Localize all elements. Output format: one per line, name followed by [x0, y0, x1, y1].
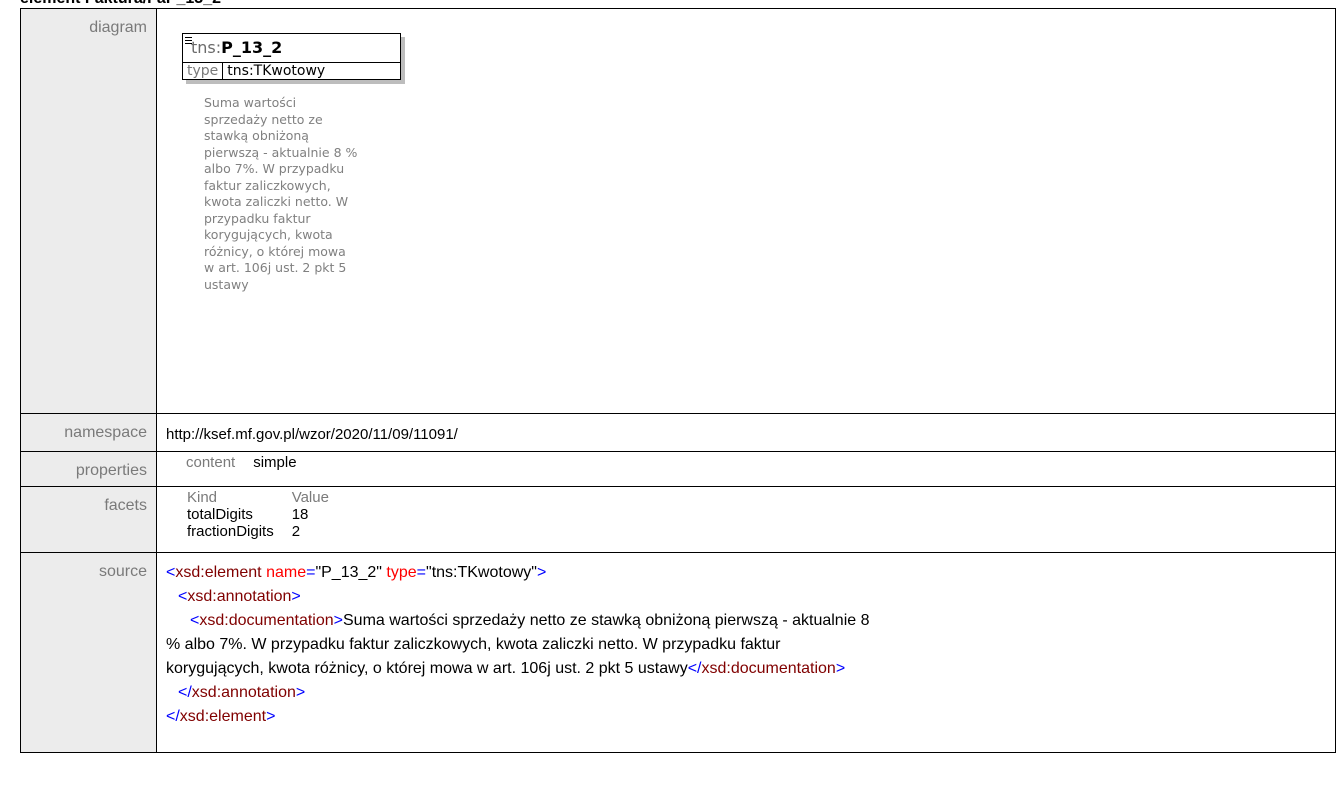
page-title: element Faktura/FaP_13_2 — [20, 0, 221, 8]
table-row: fractionDigits 2 — [187, 523, 347, 540]
source-line: <xsd:annotation> — [178, 588, 301, 605]
type-value: tns:TKwotowy — [227, 63, 326, 79]
doc-line: faktur zaliczkowych, — [204, 177, 331, 193]
doc-line: sprzedaży netto ze — [204, 111, 323, 127]
properties-cell: content simple — [156, 451, 1336, 487]
facets-label: facets — [20, 486, 157, 553]
properties-list: content simple — [166, 454, 1326, 471]
facet-value: 18 — [291, 506, 309, 523]
facets-header-kind: Kind — [187, 489, 218, 506]
doc-line: różnicy, o której mowa — [204, 243, 346, 259]
doc-line: korygujących, kwota — [204, 227, 333, 242]
facets-header-value: Value — [291, 489, 329, 506]
diagram-label: diagram — [20, 8, 157, 414]
source-line: </xsd:annotation> — [178, 684, 306, 701]
type-key: type — [183, 63, 224, 80]
properties-row: properties content simple — [20, 451, 1336, 487]
source-line: % albo 7%. W przypadku faktur zaliczkowy… — [166, 636, 781, 653]
doc-line: ustawy — [204, 276, 249, 292]
namespace-value[interactable]: http://ksef.mf.gov.pl/wzor/2020/11/09/11… — [156, 413, 1336, 452]
facets-row: facets Kind Value totalDigits 18 fractio… — [20, 486, 1336, 553]
doc-line: Suma wartości — [204, 95, 297, 110]
diagram-row: diagram tns:P_13_2 type tns:TKwotowy Sum… — [20, 8, 1336, 414]
doc-line: kwota zaliczki netto. W — [204, 194, 349, 209]
namespace-row: namespace http://ksef.mf.gov.pl/wzor/202… — [20, 413, 1336, 452]
element-box-title: tns:P_13_2 — [183, 34, 400, 63]
source-line: korygujących, kwota różnicy, o której mo… — [166, 660, 846, 677]
element-doc-table: diagram tns:P_13_2 type tns:TKwotowy Sum… — [20, 8, 1336, 753]
facets-header-row: Kind Value — [187, 489, 347, 506]
source-row: source <xsd:element name="P_13_2" type="… — [20, 552, 1336, 753]
element-box[interactable]: tns:P_13_2 type tns:TKwotowy — [182, 33, 401, 80]
namespace-label: namespace — [20, 413, 157, 452]
property-key: content — [186, 454, 236, 471]
element-lines-icon — [185, 37, 192, 44]
diagram-documentation: Suma wartości sprzedaży netto ze stawką … — [204, 95, 400, 293]
element-type-row: type tns:TKwotowy — [183, 63, 400, 80]
doc-line: przypadku faktur — [204, 210, 311, 226]
element-name: P_13_2 — [221, 38, 283, 57]
facets-table: Kind Value totalDigits 18 fractionDigits… — [166, 489, 1326, 540]
element-prefix: tns: — [191, 38, 222, 57]
doc-line: w art. 106j ust. 2 pkt 5 — [204, 260, 347, 275]
source-label: source — [20, 552, 157, 753]
source-line: <xsd:element name="P_13_2" type="tns:TKw… — [166, 564, 547, 581]
properties-label: properties — [20, 451, 157, 487]
source-line: <xsd:documentation>Suma wartości sprzeda… — [190, 612, 870, 629]
element-diagram: tns:P_13_2 type tns:TKwotowy Suma wartoś… — [166, 17, 1326, 377]
facets-cell: Kind Value totalDigits 18 fractionDigits… — [156, 486, 1336, 553]
doc-line: stawką obniżoną — [204, 128, 309, 143]
property-value: simple — [253, 454, 297, 471]
source-code: <xsd:element name="P_13_2" type="tns:TKw… — [156, 552, 1336, 753]
doc-line: albo 7%. W przypadku — [204, 161, 345, 176]
diagram-cell: tns:P_13_2 type tns:TKwotowy Suma wartoś… — [156, 8, 1336, 414]
facet-kind: fractionDigits — [187, 523, 274, 540]
table-row: totalDigits 18 — [187, 506, 347, 523]
facet-kind: totalDigits — [187, 506, 253, 523]
source-line: </xsd:element> — [166, 708, 276, 725]
doc-line: pierwszą - aktualnie 8 % — [204, 144, 358, 160]
facet-value: 2 — [291, 523, 301, 540]
